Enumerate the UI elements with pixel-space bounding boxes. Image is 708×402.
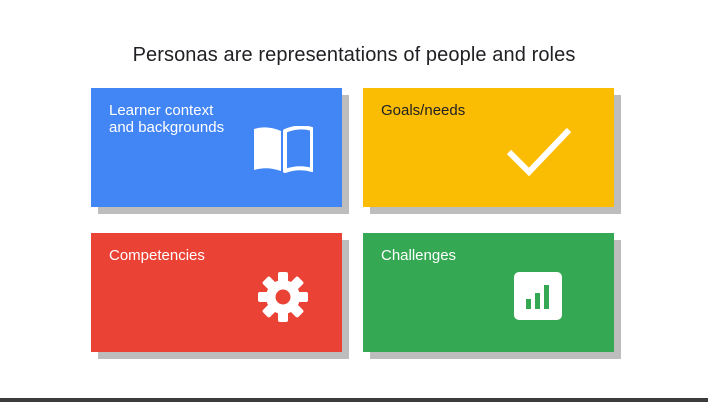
card-label: Competencies: [109, 247, 205, 264]
bar-chart-icon: [514, 272, 562, 320]
bottom-border: [0, 398, 708, 402]
card-challenges-panel: Challenges: [363, 233, 614, 352]
card-learner-context: Learner context and backgrounds: [91, 88, 349, 214]
card-competencies-panel: Competencies: [91, 233, 342, 352]
checkmark-icon: [507, 127, 572, 177]
card-label: Goals/needs: [381, 102, 466, 119]
open-book-icon: [254, 126, 313, 173]
card-label: Challenges: [381, 247, 457, 264]
card-competencies: Competencies: [91, 233, 349, 359]
card-challenges: Challenges: [363, 233, 621, 359]
card-goals-needs: Goals/needs: [363, 88, 621, 214]
gear-icon: [258, 272, 308, 322]
slide-title: Personas are representations of people a…: [132, 44, 576, 66]
card-learner-context-panel: Learner context and backgrounds: [91, 88, 342, 207]
card-label: Learner context and backgrounds: [109, 102, 225, 136]
card-goals-needs-panel: Goals/needs: [363, 88, 614, 207]
